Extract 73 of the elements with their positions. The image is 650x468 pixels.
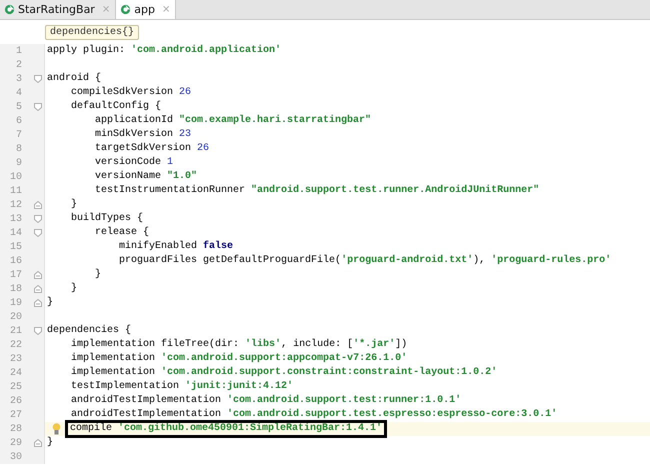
lightbulb-icon[interactable] bbox=[52, 423, 61, 435]
line-number: 13 bbox=[8, 214, 22, 224]
code-line: minifyEnabled false bbox=[118, 241, 234, 253]
fold-icon[interactable] bbox=[34, 285, 42, 293]
line-number: 5 bbox=[14, 102, 22, 112]
code-line: } bbox=[47, 297, 54, 309]
code-line: applicationId "com.example.hari.starratingbar" bbox=[94, 115, 372, 127]
code-line: release { bbox=[94, 227, 150, 239]
fold-icon[interactable] bbox=[34, 439, 42, 447]
code-line: androidTestImplementation 'com.android.support.test.espresso:espresso-core:3.0.1' bbox=[70, 409, 558, 421]
line-number: 19 bbox=[8, 298, 22, 308]
fold-icon[interactable] bbox=[34, 271, 42, 279]
code-line: } bbox=[70, 283, 78, 295]
code-line: testInstrumentationRunner "android.support.test.runner.AndroidJUnitRunner" bbox=[94, 185, 540, 197]
line-number: 26 bbox=[8, 396, 22, 406]
line-number: 8 bbox=[14, 144, 22, 154]
code-line: apply plugin: 'com.android.application' bbox=[47, 45, 282, 57]
code-line: defaultConfig { bbox=[70, 101, 162, 113]
line-number: 22 bbox=[8, 340, 22, 350]
line-number: 2 bbox=[14, 60, 22, 70]
gradle-icon bbox=[120, 4, 132, 15]
line-number: 4 bbox=[14, 88, 22, 98]
line-number: 16 bbox=[8, 256, 22, 266]
code-line: minSdkVersion 23 bbox=[94, 129, 192, 141]
line-number: 28 bbox=[8, 424, 22, 434]
gradle-icon bbox=[4, 4, 15, 15]
fold-icon[interactable] bbox=[34, 201, 42, 209]
line-number: 10 bbox=[8, 172, 22, 182]
line-number: 25 bbox=[8, 382, 22, 392]
line-number: 30 bbox=[8, 452, 22, 462]
code-line: } bbox=[94, 269, 102, 281]
code-line: testImplementation 'junit:junit:4.12' bbox=[70, 381, 294, 393]
line-number: 12 bbox=[8, 200, 22, 210]
line-number: 24 bbox=[8, 368, 22, 378]
code-line: versionCode 1 bbox=[94, 157, 174, 169]
code-line: } bbox=[70, 199, 78, 211]
line-number: 29 bbox=[8, 438, 22, 448]
fold-icon[interactable] bbox=[34, 229, 42, 237]
line-number: 21 bbox=[8, 326, 22, 336]
code-line: } bbox=[47, 437, 54, 449]
code-line: implementation fileTree(dir: 'libs', include: ['*.jar']) bbox=[70, 339, 408, 351]
line-number: 1 bbox=[14, 46, 22, 56]
code-line: compileSdkVersion 26 bbox=[70, 87, 192, 99]
line-number: 23 bbox=[8, 354, 22, 364]
fold-icon[interactable] bbox=[34, 215, 42, 223]
code-line: implementation 'com.android.support.constraint:constraint-layout:1.0.2' bbox=[70, 367, 498, 379]
fold-icon[interactable] bbox=[34, 327, 42, 335]
code-line: dependencies { bbox=[47, 325, 132, 337]
fold-icon[interactable] bbox=[34, 75, 42, 83]
line-number: 18 bbox=[8, 284, 22, 294]
file-tab[interactable]: app × bbox=[116, 0, 176, 19]
line-number: 27 bbox=[8, 410, 22, 420]
code-line: versionName "1.0" bbox=[94, 171, 198, 183]
line-number: 17 bbox=[8, 270, 22, 280]
line-number: 15 bbox=[8, 242, 22, 252]
breadcrumb[interactable]: dependencies{} bbox=[45, 24, 140, 40]
fold-icon[interactable] bbox=[34, 299, 42, 307]
fold-icon[interactable] bbox=[34, 103, 42, 111]
line-number: 6 bbox=[14, 116, 22, 126]
line-number: 9 bbox=[14, 158, 22, 168]
line-number: 11 bbox=[8, 186, 22, 196]
line-number: 14 bbox=[8, 228, 22, 238]
code-line: buildTypes { bbox=[70, 213, 144, 225]
code-line: implementation 'com.android.support:appcompat-v7:26.1.0' bbox=[70, 353, 408, 365]
line-number: 7 bbox=[14, 130, 22, 140]
line-number: 20 bbox=[8, 312, 22, 322]
code-line: proguardFiles getDefaultProguardFile('proguard-android.txt'), 'proguard-rules.pro' bbox=[118, 255, 612, 267]
code-line: android { bbox=[47, 73, 102, 85]
line-number: 3 bbox=[14, 74, 22, 84]
code-line: androidTestImplementation 'com.android.support.test:runner:1.0.1' bbox=[70, 395, 462, 407]
code-line: compile 'com.github.ome450901:SimpleRatingBar:1.4.1' bbox=[68, 423, 384, 435]
code-line: targetSdkVersion 26 bbox=[94, 143, 210, 155]
file-tab[interactable]: StarRatingBar × bbox=[0, 0, 116, 19]
